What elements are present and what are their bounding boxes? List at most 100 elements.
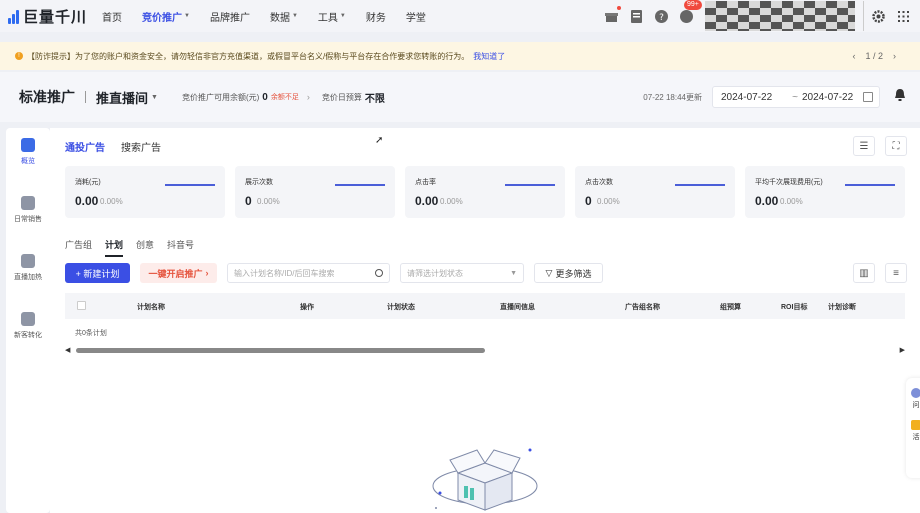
balance-warning: 余额不足: [270, 94, 299, 101]
chevron-right-icon[interactable]: ›: [307, 92, 310, 102]
sidebar-item-label: 概览: [21, 158, 35, 165]
balance-label: 竞价推广可用余额(元): [181, 92, 260, 102]
bell-icon[interactable]: [894, 89, 906, 105]
nav-label: 财务: [365, 12, 386, 24]
gift-icon[interactable]: [603, 6, 621, 24]
left-sidebar: 概览 日常销售 直播加热 新客转化: [6, 128, 50, 513]
col-plan-status[interactable]: 计划状态: [387, 302, 415, 312]
nav-label: 首页: [102, 12, 122, 24]
col-live-room[interactable]: 直播间信息: [500, 302, 535, 312]
float-item-question[interactable]: 问: [906, 388, 920, 410]
fullscreen-icon[interactable]: ⛶: [885, 136, 907, 156]
plan-toolbar: + 新建计划 一键开启推广 › 输入计划名称/ID/后回车搜索 请筛选计划状态 …: [65, 263, 603, 283]
table-horizontal-scrollbar[interactable]: ◀ ▶: [65, 345, 905, 355]
tab-douyin-account[interactable]: 抖音号: [167, 238, 194, 257]
nav-label: 竞价推广: [142, 12, 182, 24]
select-all-checkbox[interactable]: [77, 301, 86, 310]
metric-value: 0: [585, 194, 592, 208]
nav-label: 数据: [269, 12, 290, 24]
nav-item-brand[interactable]: 品牌推广: [210, 0, 250, 32]
new-plan-button[interactable]: + 新建计划: [65, 263, 130, 283]
settings-icon[interactable]: [870, 8, 886, 24]
sidebar-item-label: 直播加热: [14, 274, 42, 281]
metric-change: 0.00%: [780, 197, 803, 206]
sidebar-item-label: 日常销售: [14, 216, 42, 223]
quick-start-label: 一键开启推广: [148, 268, 203, 279]
scroll-left-icon[interactable]: ◀: [65, 346, 70, 354]
budget-value[interactable]: 不限: [365, 90, 385, 105]
sidebar-item-new-customer[interactable]: 新客转化: [6, 312, 50, 360]
nav-item-bidding[interactable]: 竞价推广 ▼: [142, 0, 190, 32]
date-separator: ~: [792, 91, 798, 103]
float-item-label: 问: [912, 402, 920, 409]
grid-apps-icon[interactable]: [895, 8, 911, 24]
tab-creative[interactable]: 创意: [136, 238, 154, 257]
main-panel: 通投广告 搜索广告 ☰ ⛶ 消耗(元) 0.00 0.00% 展示次数 0 0.…: [50, 128, 920, 513]
plan-table-header: 计划名称 操作 计划状态 直播间信息 广告组名称 组预算 ROI目标 计划诊断: [65, 293, 905, 319]
metric-card-cost[interactable]: 消耗(元) 0.00 0.00%: [65, 166, 225, 218]
entity-tabs: 广告组 计划 创意 抖音号: [65, 238, 207, 257]
nav-item-finance[interactable]: 财务: [366, 0, 386, 32]
empty-state-box-illustration: [432, 448, 538, 511]
notice-dismiss-link[interactable]: 我知道了: [473, 51, 505, 62]
select-placeholder: 请筛选计划状态: [407, 268, 463, 278]
nav-item-home[interactable]: 首页: [102, 0, 122, 32]
chevron-left-icon[interactable]: ‹: [852, 51, 855, 61]
column-settings-icon[interactable]: ▥: [853, 263, 875, 283]
tab-search-ads[interactable]: 搜索广告: [121, 139, 161, 154]
quick-start-button[interactable]: 一键开启推广 ›: [140, 263, 217, 283]
help-icon[interactable]: ?: [653, 8, 669, 24]
user-avatar-pixelated[interactable]: [705, 1, 855, 31]
col-group-budget[interactable]: 组预算: [720, 302, 741, 312]
nav-right-tools: ? 99+: [603, 0, 920, 32]
date-range-picker[interactable]: 2024-07-22 ~ 2024-07-22: [712, 86, 880, 108]
nav-item-academy[interactable]: 学堂: [406, 0, 426, 32]
date-area: 07-22 18:44更新 2024-07-22 ~ 2024-07-22: [643, 72, 920, 122]
scroll-track[interactable]: [76, 347, 893, 353]
promotion-type-select[interactable]: 推直播间: [96, 88, 148, 107]
tab-general-ads[interactable]: 通投广告: [65, 139, 105, 154]
col-plan-diagnosis[interactable]: 计划诊断: [828, 302, 856, 312]
chevron-right-icon: ›: [205, 268, 209, 278]
metric-card-clicks[interactable]: 点击次数 0 0.00%: [575, 166, 735, 218]
caret-down-icon[interactable]: ▼: [151, 94, 158, 101]
float-item-label: 活: [912, 434, 920, 441]
plan-search-input[interactable]: 输入计划名称/ID/后回车搜索: [227, 263, 390, 283]
logo[interactable]: 巨量千川: [8, 6, 92, 27]
message-icon[interactable]: 99+: [678, 0, 702, 24]
tab-plan[interactable]: 计划: [105, 238, 124, 257]
chevron-down-icon: ▼: [510, 269, 517, 277]
chevron-right-icon[interactable]: ›: [893, 51, 896, 61]
scroll-thumb[interactable]: [76, 347, 485, 353]
more-filter-button[interactable]: ▽ 更多筛选: [534, 263, 603, 283]
table-total-count: 共0条计划: [75, 330, 107, 337]
sidebar-item-label: 新客转化: [14, 332, 42, 339]
adjust-icon[interactable]: ☰: [853, 136, 875, 156]
document-icon[interactable]: [628, 8, 644, 24]
status-filter-select[interactable]: 请筛选计划状态 ▼: [400, 263, 524, 283]
col-roi-target[interactable]: ROI目标: [781, 302, 807, 312]
col-ad-group[interactable]: 广告组名称: [625, 302, 660, 312]
sidebar-item-overview[interactable]: 概览: [6, 138, 50, 186]
search-icon[interactable]: [375, 269, 383, 277]
metric-label: 点击次数: [585, 179, 613, 186]
trend-line: [675, 184, 725, 186]
metric-card-ctr[interactable]: 点击率 0.00 0.00%: [405, 166, 565, 218]
nav-item-data[interactable]: 数据 ▼: [270, 0, 298, 32]
col-plan-name[interactable]: 计划名称: [137, 302, 165, 312]
divider: [85, 91, 86, 103]
metric-card-cpm[interactable]: 平均千次展现费用(元) 0.00 0.00%: [745, 166, 905, 218]
metric-change: 0.00%: [100, 197, 123, 206]
nav-item-tools[interactable]: 工具 ▼: [318, 0, 346, 32]
float-item-activity[interactable]: 活: [906, 420, 920, 442]
table-settings-icon[interactable]: ≡: [885, 263, 907, 283]
tv-icon: [21, 254, 35, 268]
col-actions: 操作: [300, 304, 314, 311]
tab-ad-group[interactable]: 广告组: [65, 238, 92, 257]
sidebar-item-live-boost[interactable]: 直播加热: [6, 254, 50, 302]
metric-card-impressions[interactable]: 展示次数 0 0.00%: [235, 166, 395, 218]
metric-label: 展示次数: [245, 179, 273, 186]
sidebar-item-daily-sales[interactable]: 日常销售: [6, 196, 50, 244]
scroll-right-icon[interactable]: ▶: [900, 346, 905, 354]
budget-label: 竞价日预算: [321, 92, 362, 102]
